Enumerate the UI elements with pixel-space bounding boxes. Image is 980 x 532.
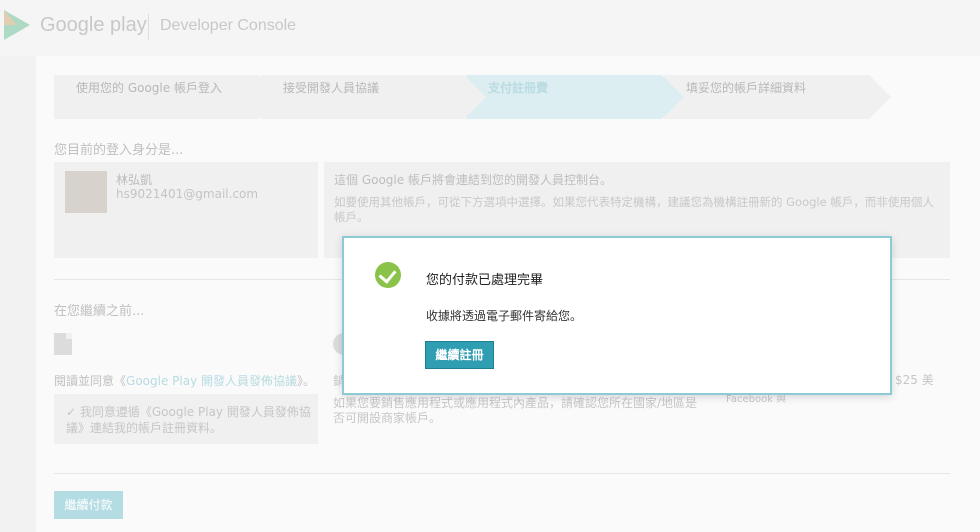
step-arrow	[464, 75, 486, 119]
dialog-message: 收據將透過電子郵件寄給您。	[426, 309, 583, 323]
step-arrow	[662, 75, 684, 119]
dialog-title: 您的付款已處理完畢	[426, 273, 544, 288]
step-arrow	[869, 75, 891, 119]
payment-success-dialog: 您的付款已處理完畢 收據將透過電子郵件寄給您。 繼續註冊	[342, 236, 892, 395]
continue-registration-button[interactable]: 繼續註冊	[425, 341, 494, 369]
step-arrow	[259, 75, 281, 119]
check-circle-icon	[375, 262, 401, 288]
